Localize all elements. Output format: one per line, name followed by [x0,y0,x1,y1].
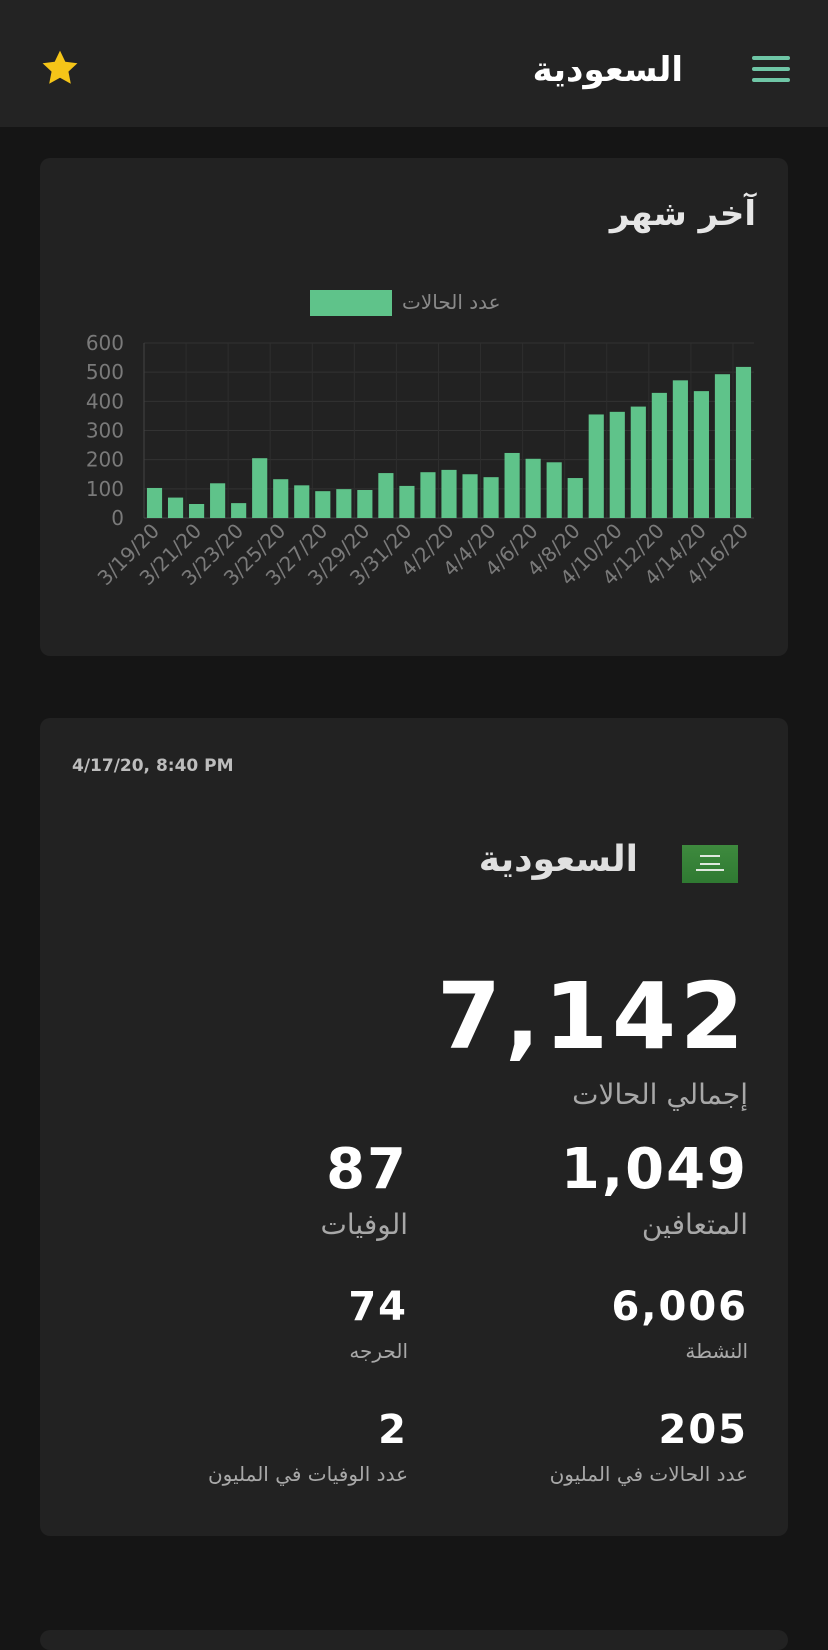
total-cases-label: إجمالي الحالات [572,1078,748,1111]
bar [483,477,499,518]
bar [588,414,604,518]
bar [693,391,709,518]
bar [167,497,184,518]
bar [399,485,415,518]
bar [420,472,436,518]
bar [546,462,562,518]
bar [609,411,625,518]
deaths-value: 87 [326,1137,408,1202]
bar [378,473,394,518]
y-tick-label: 400 [86,389,124,413]
hamburger-menu-icon[interactable] [752,56,790,86]
bar [672,380,688,518]
total-cases-value: 7,142 [436,963,748,1070]
bar [462,474,478,518]
recovered-label: المتعافين [641,1208,748,1241]
bar [630,406,646,518]
chart-card-title: آخر شهر [609,194,756,234]
bar [189,504,205,518]
bar [210,483,226,518]
cases-per-million-value: 205 [658,1407,748,1453]
cases-per-million-stat: 205 عدد الحالات في المليون [550,1406,748,1486]
country-name: السعودية [478,839,638,880]
y-tick-label: 500 [86,360,124,384]
recovered-value: 1,049 [560,1137,748,1202]
cases-bar-chart: 01002003004005006003/19/203/21/203/23/20… [86,331,754,590]
page-title: السعودية [532,50,683,90]
y-tick-label: 300 [86,419,124,443]
bar [146,487,163,518]
bar [735,366,752,518]
bar [252,458,268,518]
active-value: 6,006 [611,1284,748,1330]
deaths-stat: 87 الوفيات [320,1137,409,1242]
bar [441,469,457,518]
deaths-per-million-label: عدد الوفيات في المليون [207,1462,408,1486]
last-updated-timestamp: 4/17/20, 8:40 PM [72,756,234,776]
bar [567,478,583,518]
saudi-arabia-flag-icon [682,845,738,883]
critical-stat: 74 الحرجه [348,1283,408,1363]
bar [315,491,331,518]
y-tick-label: 100 [86,477,124,501]
bar [504,452,520,518]
bar [357,490,373,518]
country-stats-card: 4/17/20, 8:40 PM السعودية 7,142 إجمالي ا… [40,718,788,1536]
last-month-chart-card: آخر شهر عدد الحالات 0 100 200 300 400 500 600 3… [40,158,788,656]
bar [273,479,289,518]
y-tick-label: 200 [86,448,124,472]
critical-value: 74 [348,1284,408,1330]
deaths-per-million-stat: 2 عدد الوفيات في المليون [208,1406,408,1486]
bar [336,489,352,518]
deaths-label: الوفيات [320,1208,409,1241]
y-tick-label: 600 [86,331,124,355]
bar [651,392,667,518]
next-card-peek [40,1630,788,1650]
active-stat: 6,006 النشطة [611,1283,748,1363]
critical-label: الحرجه [349,1339,408,1363]
bar [294,485,310,518]
top-app-bar: السعودية [0,0,828,127]
bar [714,374,731,518]
deaths-per-million-value: 2 [378,1407,408,1453]
bar [525,458,541,518]
cases-per-million-label: عدد الحالات في المليون [549,1462,748,1486]
active-label: النشطة [685,1339,748,1363]
star-icon[interactable] [38,46,82,90]
recovered-stat: 1,049 المتعافين [560,1137,748,1242]
bar [231,503,247,518]
y-tick-label: 0 [111,506,124,530]
